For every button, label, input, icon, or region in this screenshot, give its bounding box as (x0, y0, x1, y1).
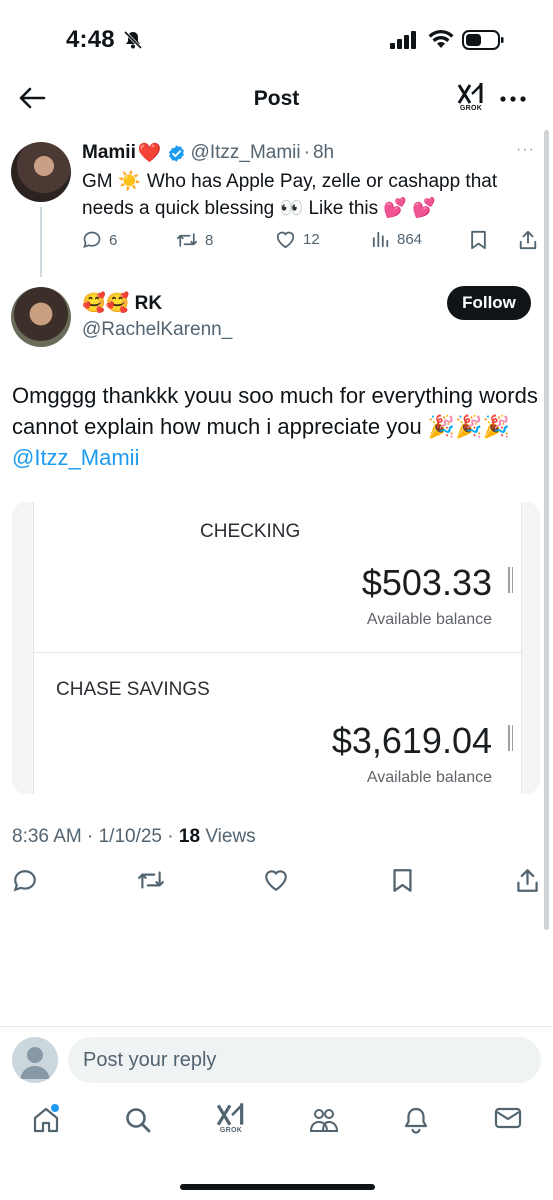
heart-icon (263, 868, 289, 892)
post-time: 8:36 AM (12, 826, 82, 847)
my-avatar[interactable] (12, 1037, 58, 1083)
follow-button[interactable]: Follow (447, 286, 531, 320)
people-icon (308, 1106, 340, 1134)
share-icon (515, 868, 540, 893)
account-label: CHECKING (200, 521, 301, 542)
signal-icon (390, 31, 418, 49)
notification-dot (51, 1104, 59, 1112)
post-date: 1/10/25 (98, 826, 163, 847)
reply-action[interactable]: 6 (82, 230, 117, 250)
divider (0, 1026, 553, 1027)
author-handle[interactable]: @RachelKarenn_ (82, 319, 232, 341)
tab-communities[interactable] (308, 1106, 340, 1134)
tab-search[interactable] (124, 1106, 152, 1134)
scroll-mark (512, 725, 513, 751)
balance-caption: Available balance (366, 611, 492, 628)
like-count: 12 (303, 231, 320, 248)
post-age: 8h (312, 142, 335, 163)
like-action[interactable]: 12 (275, 230, 320, 249)
mention-link[interactable]: @Itzz_Mamii (12, 445, 139, 470)
grok-button[interactable]: GROK (456, 82, 486, 112)
author-handle[interactable]: @Itzz_Mamii (191, 142, 301, 164)
scroll-mark (512, 567, 513, 593)
reply-icon (82, 230, 102, 250)
bookmark-action[interactable] (392, 868, 413, 893)
status-time: 4:48 (66, 26, 115, 53)
views-count: 18 (178, 826, 201, 847)
repost-action[interactable] (137, 868, 165, 892)
post-meta: 8:36 AM · 1/10/25 · 18 Views (12, 826, 256, 848)
separator-dot: · (87, 826, 99, 847)
grok-label: GROK (459, 105, 483, 112)
post-image[interactable]: CHECKING $503.33 Available balance CHASE… (12, 502, 540, 794)
bookmark-icon (392, 868, 413, 893)
avatar[interactable] (11, 287, 71, 347)
battery-icon (462, 29, 504, 51)
scroll-mark (508, 567, 510, 593)
like-action[interactable] (263, 868, 289, 892)
balance-caption: Available balance (366, 769, 492, 786)
views-icon (372, 230, 390, 248)
verified-badge-icon (167, 144, 186, 163)
author-name[interactable]: Mamii (82, 142, 136, 164)
author-name-emoji: ❤️ (137, 143, 162, 164)
reply-text-body: Omgggg thankkk youu soo much for everyth… (12, 383, 538, 439)
tab-notifications[interactable] (403, 1106, 429, 1134)
account-balance: $3,619.04 (331, 720, 492, 761)
separator-dot: · (303, 142, 310, 163)
bell-icon (403, 1106, 429, 1134)
repost-icon (137, 868, 165, 892)
bookmark-icon (470, 230, 487, 250)
scroll-mark (508, 725, 510, 751)
views-count: 864 (397, 230, 423, 248)
share-action[interactable] (518, 230, 538, 250)
search-icon (124, 1106, 152, 1134)
bank-balance-screenshot: CHECKING $503.33 Available balance CHASE… (33, 502, 523, 794)
divider (34, 652, 523, 653)
grok-icon (456, 82, 486, 104)
grok-icon (215, 1102, 247, 1126)
grok-label: GROK (219, 1127, 243, 1134)
share-action[interactable] (515, 868, 540, 893)
home-indicator[interactable] (180, 1184, 375, 1190)
bookmark-action[interactable] (470, 230, 487, 250)
share-icon (518, 230, 538, 250)
heart-icon (275, 230, 296, 249)
parent-post-text: GM ☀️ Who has Apple Pay, zelle or cashap… (82, 171, 498, 219)
separator-dot: · (167, 826, 179, 847)
tab-grok[interactable]: GROK (215, 1102, 247, 1134)
thread-line (40, 207, 42, 277)
reply-input[interactable] (68, 1037, 541, 1083)
repost-action[interactable]: 8 (176, 230, 213, 250)
account-label: CHASE SAVINGS (56, 679, 210, 700)
wifi-icon (428, 28, 454, 50)
views-label: Views (205, 826, 256, 847)
author-name[interactable]: 🥰🥰 RK (82, 291, 162, 315)
mail-icon (494, 1106, 522, 1130)
repost-count: 8 (205, 231, 214, 249)
views-action[interactable]: 864 (372, 230, 422, 248)
repost-icon (176, 230, 198, 250)
tab-messages[interactable] (494, 1106, 522, 1130)
reply-count: 6 (109, 231, 118, 249)
avatar[interactable] (11, 142, 71, 202)
reply-icon (12, 868, 38, 894)
more-options-icon[interactable] (500, 96, 526, 102)
post-more-icon[interactable]: ··· (516, 141, 535, 159)
reply-post-text: Omgggg thankkk youu soo much for everyth… (12, 380, 542, 473)
scrollbar[interactable] (544, 130, 549, 930)
parent-post-header: Mamii ❤️ @Itzz_Mamii · 8h (82, 141, 334, 165)
bell-slash-icon (122, 30, 144, 50)
reply-action[interactable] (12, 868, 38, 894)
account-balance: $503.33 (361, 562, 492, 603)
